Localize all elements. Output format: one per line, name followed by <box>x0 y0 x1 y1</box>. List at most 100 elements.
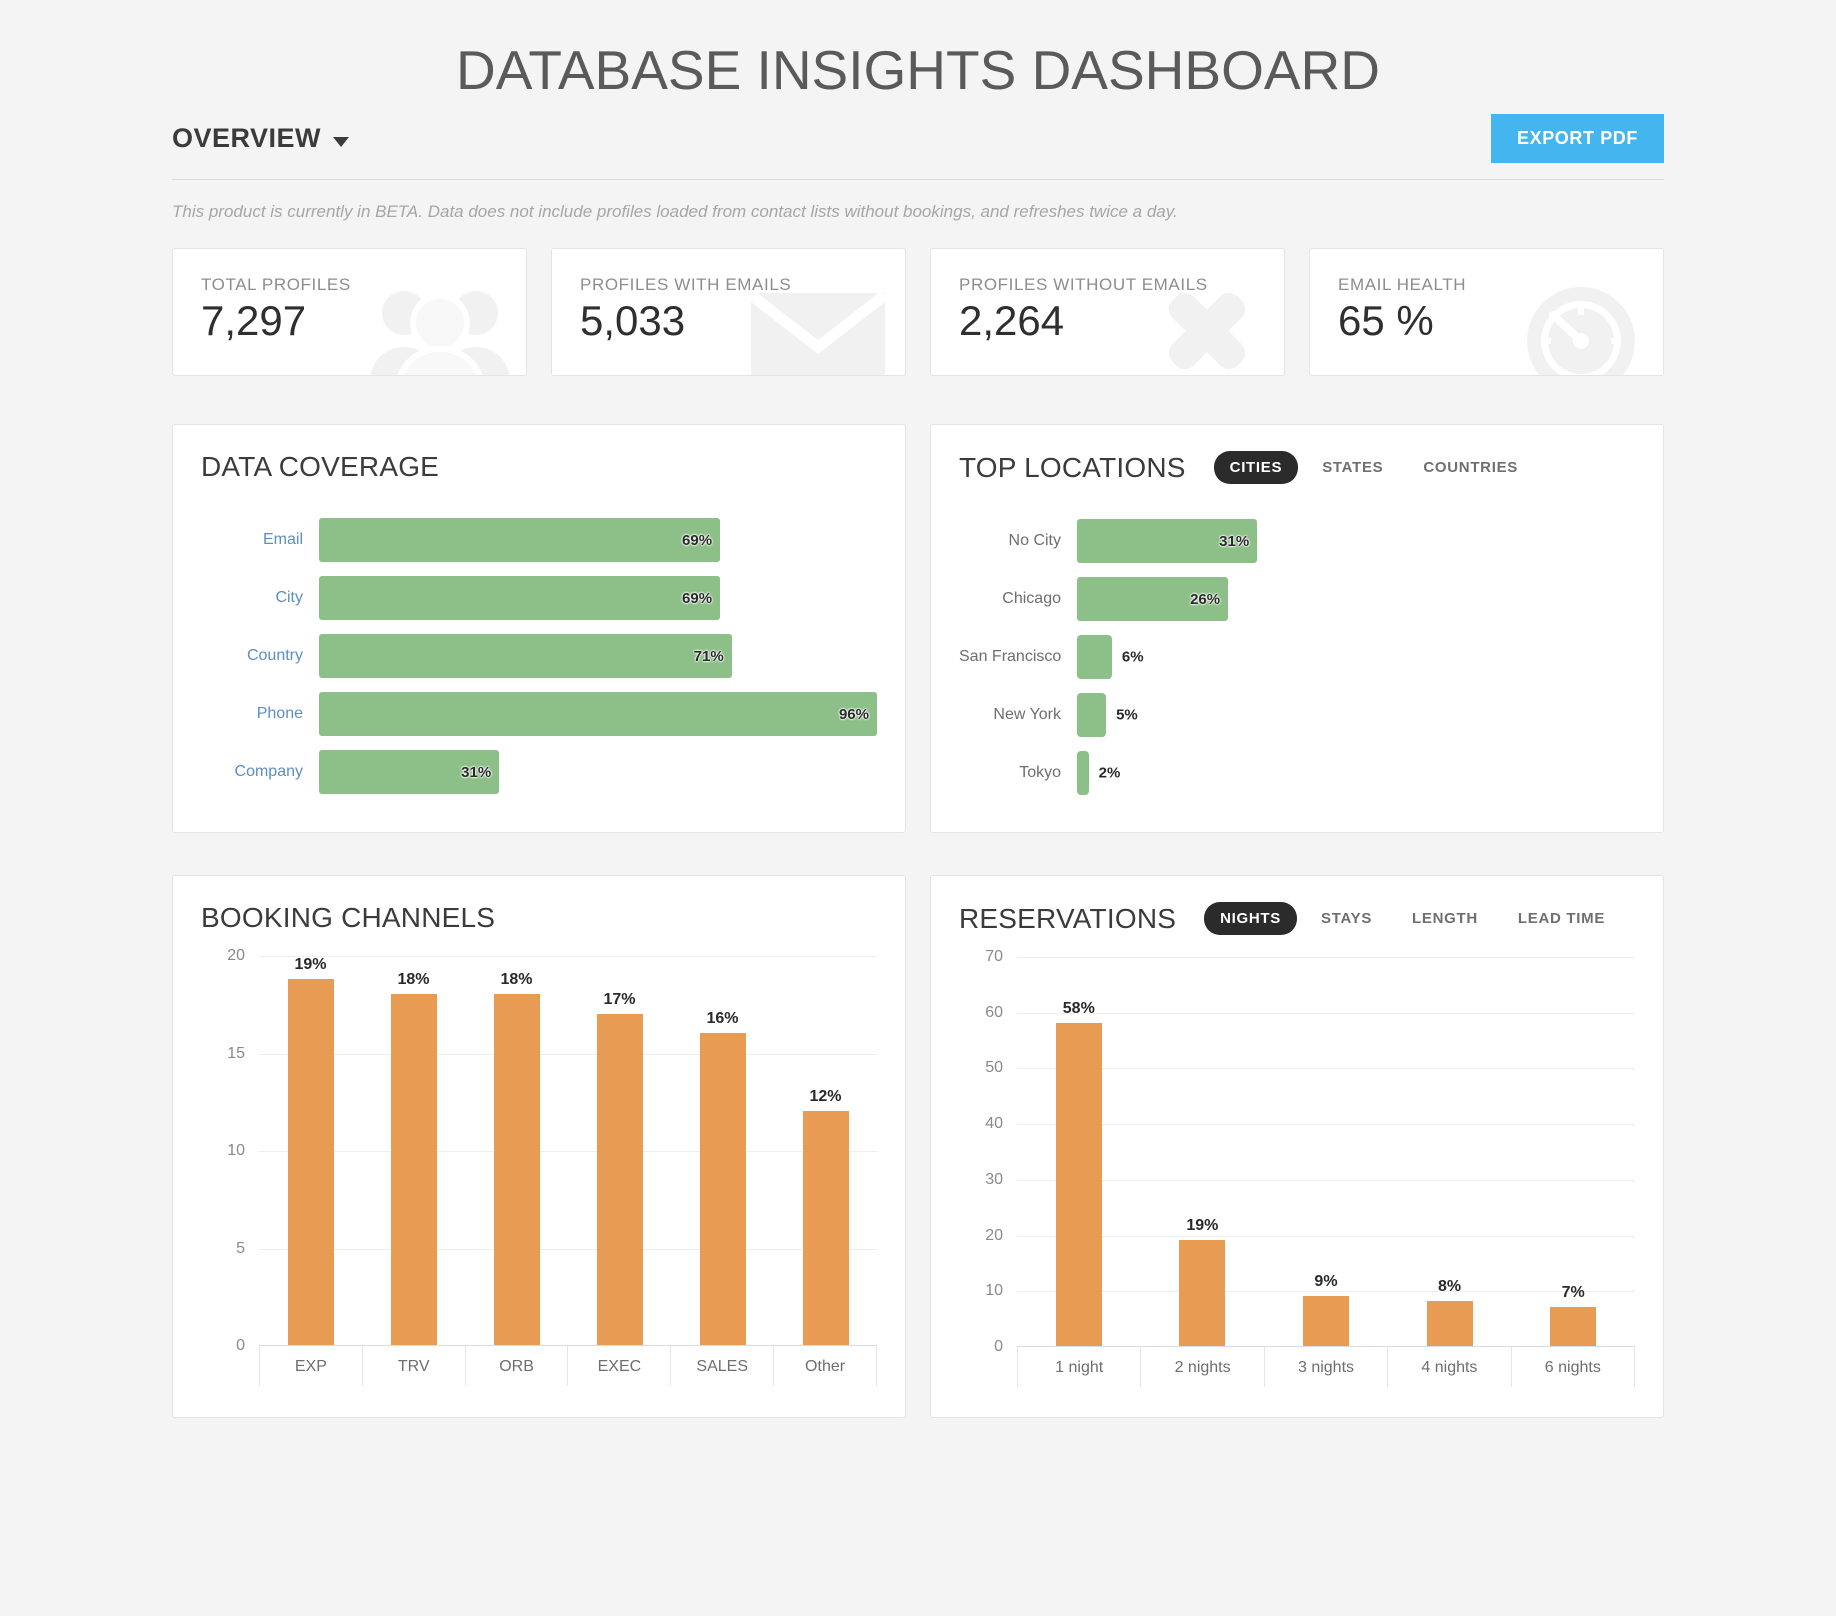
bar-fill <box>1077 635 1112 679</box>
bar-fill <box>1077 751 1089 795</box>
y-axis-tick-label: 10 <box>985 1282 1003 1300</box>
x-axis-tick-label: 1 night <box>1017 1347 1140 1387</box>
bar-value-label: 18% <box>500 971 533 988</box>
bar-value-label: 8% <box>1438 1278 1462 1296</box>
y-axis: 0 10 20 30 40 50 60 70 <box>959 948 1017 1355</box>
x-axis-tick-label: 3 nights <box>1263 1347 1387 1387</box>
chevron-down-icon <box>333 136 350 147</box>
x-axis-tick-label: 6 nights <box>1510 1347 1636 1387</box>
bar-fill: 31% <box>1077 519 1258 563</box>
bar <box>1426 1301 1473 1346</box>
top-locations-chart: No City 31% Chicago 26% San Francisco 6% New Y… <box>959 490 1635 802</box>
bar-row: Email 69% <box>201 511 877 569</box>
export-pdf-button[interactable]: EXPORT PDF <box>1490 114 1664 163</box>
y-axis-tick-label: 0 <box>994 1338 1003 1355</box>
toggle-cities[interactable]: CITIES <box>1213 451 1299 484</box>
kpi-card-profiles-with-emails: PROFILES WITH EMAILS 5,033 <box>551 248 906 376</box>
bar-column: 16% <box>671 956 774 1345</box>
chart-body: 0 5 10 15 20 19% 18% 18% 17% 16% 12% <box>201 947 877 1354</box>
bar-column: 19% <box>259 956 362 1345</box>
toggle-length[interactable]: LENGTH <box>1396 902 1494 935</box>
toggle-stays[interactable]: STAYS <box>1305 902 1388 935</box>
x-axis-tick-label: TRV <box>361 1346 465 1386</box>
view-selector-dropdown[interactable]: OVERVIEW <box>172 123 350 154</box>
top-locations-toggle-group: CITIES STATES COUNTRIES <box>1213 451 1534 484</box>
y-axis-tick-label: 50 <box>985 1059 1003 1077</box>
bar <box>493 994 540 1345</box>
bar-track: 5% <box>1077 693 1635 737</box>
reservations-chart: 0 10 20 30 40 50 60 70 58% 19% 9% 8% 7% 1 night 2 nigh… <box>959 941 1636 1387</box>
bar-value-label: 5% <box>1116 706 1138 724</box>
x-axis-tick-label: 2 nights <box>1140 1347 1263 1387</box>
bar-category-label: Country <box>246 647 303 664</box>
bar-track: 6% <box>1077 635 1635 679</box>
x-axis-tick-label: EXP <box>259 1346 362 1386</box>
bar-value-label: 7% <box>1561 1284 1585 1301</box>
panel-header: TOP LOCATIONS CITIES STATES COUNTRIES <box>959 451 1635 490</box>
bar-track: 2% <box>1077 751 1635 795</box>
y-axis-tick-label: 10 <box>227 1142 245 1159</box>
chart-body: 0 10 20 30 40 50 60 70 58% 19% 9% 8% 7% <box>959 948 1635 1355</box>
bar-track: 31% <box>319 750 877 794</box>
bar-track: 69% <box>319 576 877 620</box>
bar-category-label: New York <box>993 706 1061 723</box>
bar-column: 18% <box>362 956 465 1345</box>
panel-row-top: DATA COVERAGE Email 69% City 69% Country 71% P… <box>172 424 1664 875</box>
y-axis-tick-label: 0 <box>236 1337 245 1354</box>
bar <box>1302 1295 1349 1346</box>
bar-value-label: 69% <box>682 531 713 549</box>
kpi-value: 65 % <box>1338 297 1434 344</box>
dashboard-page: DATABASE INSIGHTS DASHBOARD OVERVIEW EXP… <box>0 0 1836 1460</box>
panel-top-locations: TOP LOCATIONS CITIES STATES COUNTRIES No C… <box>930 424 1664 833</box>
bar <box>699 1033 746 1345</box>
plot-area: 58% 19% 9% 8% 7% <box>1017 957 1635 1347</box>
bar-column: 7% <box>1511 957 1635 1346</box>
panel-title: DATA COVERAGE <box>201 451 440 482</box>
bar-column: 12% <box>774 956 877 1345</box>
bar-fill: 96% <box>319 692 877 736</box>
bar-value-label: 17% <box>603 990 636 1008</box>
bar-row: Phone 96% <box>201 685 877 743</box>
kpi-value: 2,264 <box>959 297 1065 344</box>
kpi-label: PROFILES WITHOUT EMAILS <box>959 275 1208 294</box>
y-axis-tick-label: 30 <box>985 1170 1003 1188</box>
bar-fill: 26% <box>1077 577 1229 621</box>
bar-value-label: 18% <box>397 971 430 988</box>
x-axis-tick-label: SALES <box>670 1346 773 1386</box>
bar-column: 17% <box>568 956 671 1345</box>
panel-header: DATA COVERAGE <box>201 451 877 489</box>
bar-fill: 69% <box>319 576 721 620</box>
toggle-nights[interactable]: NIGHTS <box>1204 902 1297 935</box>
y-axis-tick-label: 15 <box>227 1044 245 1062</box>
panel-title: TOP LOCATIONS <box>959 451 1186 483</box>
panel-header: BOOKING CHANNELS <box>201 902 877 940</box>
kpi-label: EMAIL HEALTH <box>1338 275 1467 294</box>
kpi-card-total-profiles: TOTAL PROFILES 7,297 <box>172 248 527 376</box>
bar-fill: 69% <box>319 518 721 562</box>
y-axis-tick-label: 20 <box>985 1226 1003 1244</box>
bar-fill <box>1077 693 1107 737</box>
toggle-lead-time[interactable]: LEAD TIME <box>1502 902 1621 935</box>
kpi-label: PROFILES WITH EMAILS <box>580 275 792 294</box>
bar-row: City 69% <box>201 569 877 627</box>
y-axis-tick-label: 20 <box>227 947 245 964</box>
bar-track: 71% <box>319 634 877 678</box>
toggle-countries[interactable]: COUNTRIES <box>1407 451 1534 484</box>
bar-category-label: San Francisco <box>959 648 1062 665</box>
bar-track: 96% <box>319 692 877 736</box>
bar <box>802 1111 849 1345</box>
toggle-states[interactable]: STATES <box>1306 451 1399 484</box>
bar-value-label: 31% <box>461 763 492 781</box>
x-axis-tick-label: ORB <box>464 1346 568 1386</box>
bar-value-label: 2% <box>1098 764 1121 782</box>
kpi-label: TOTAL PROFILES <box>201 275 351 294</box>
panel-reservations: RESERVATIONS NIGHTS STAYS LENGTH LEAD TIME … <box>930 875 1664 1418</box>
x-axis: 1 night 2 nights 3 nights 4 nights 6 nights <box>959 1347 1636 1387</box>
bar-value-label: 58% <box>1062 999 1095 1017</box>
bar-category-label: Company <box>234 763 303 780</box>
kpi-card-row: TOTAL PROFILES 7,297 PROFILES WITH EMAIL… <box>172 248 1664 424</box>
view-selector-label: OVERVIEW <box>172 123 322 153</box>
kpi-card-email-health: EMAIL HEALTH 65 % <box>1309 248 1664 376</box>
beta-notice: This product is currently in BETA. Data … <box>172 202 1178 221</box>
bar-value-label: 31% <box>1219 532 1250 550</box>
